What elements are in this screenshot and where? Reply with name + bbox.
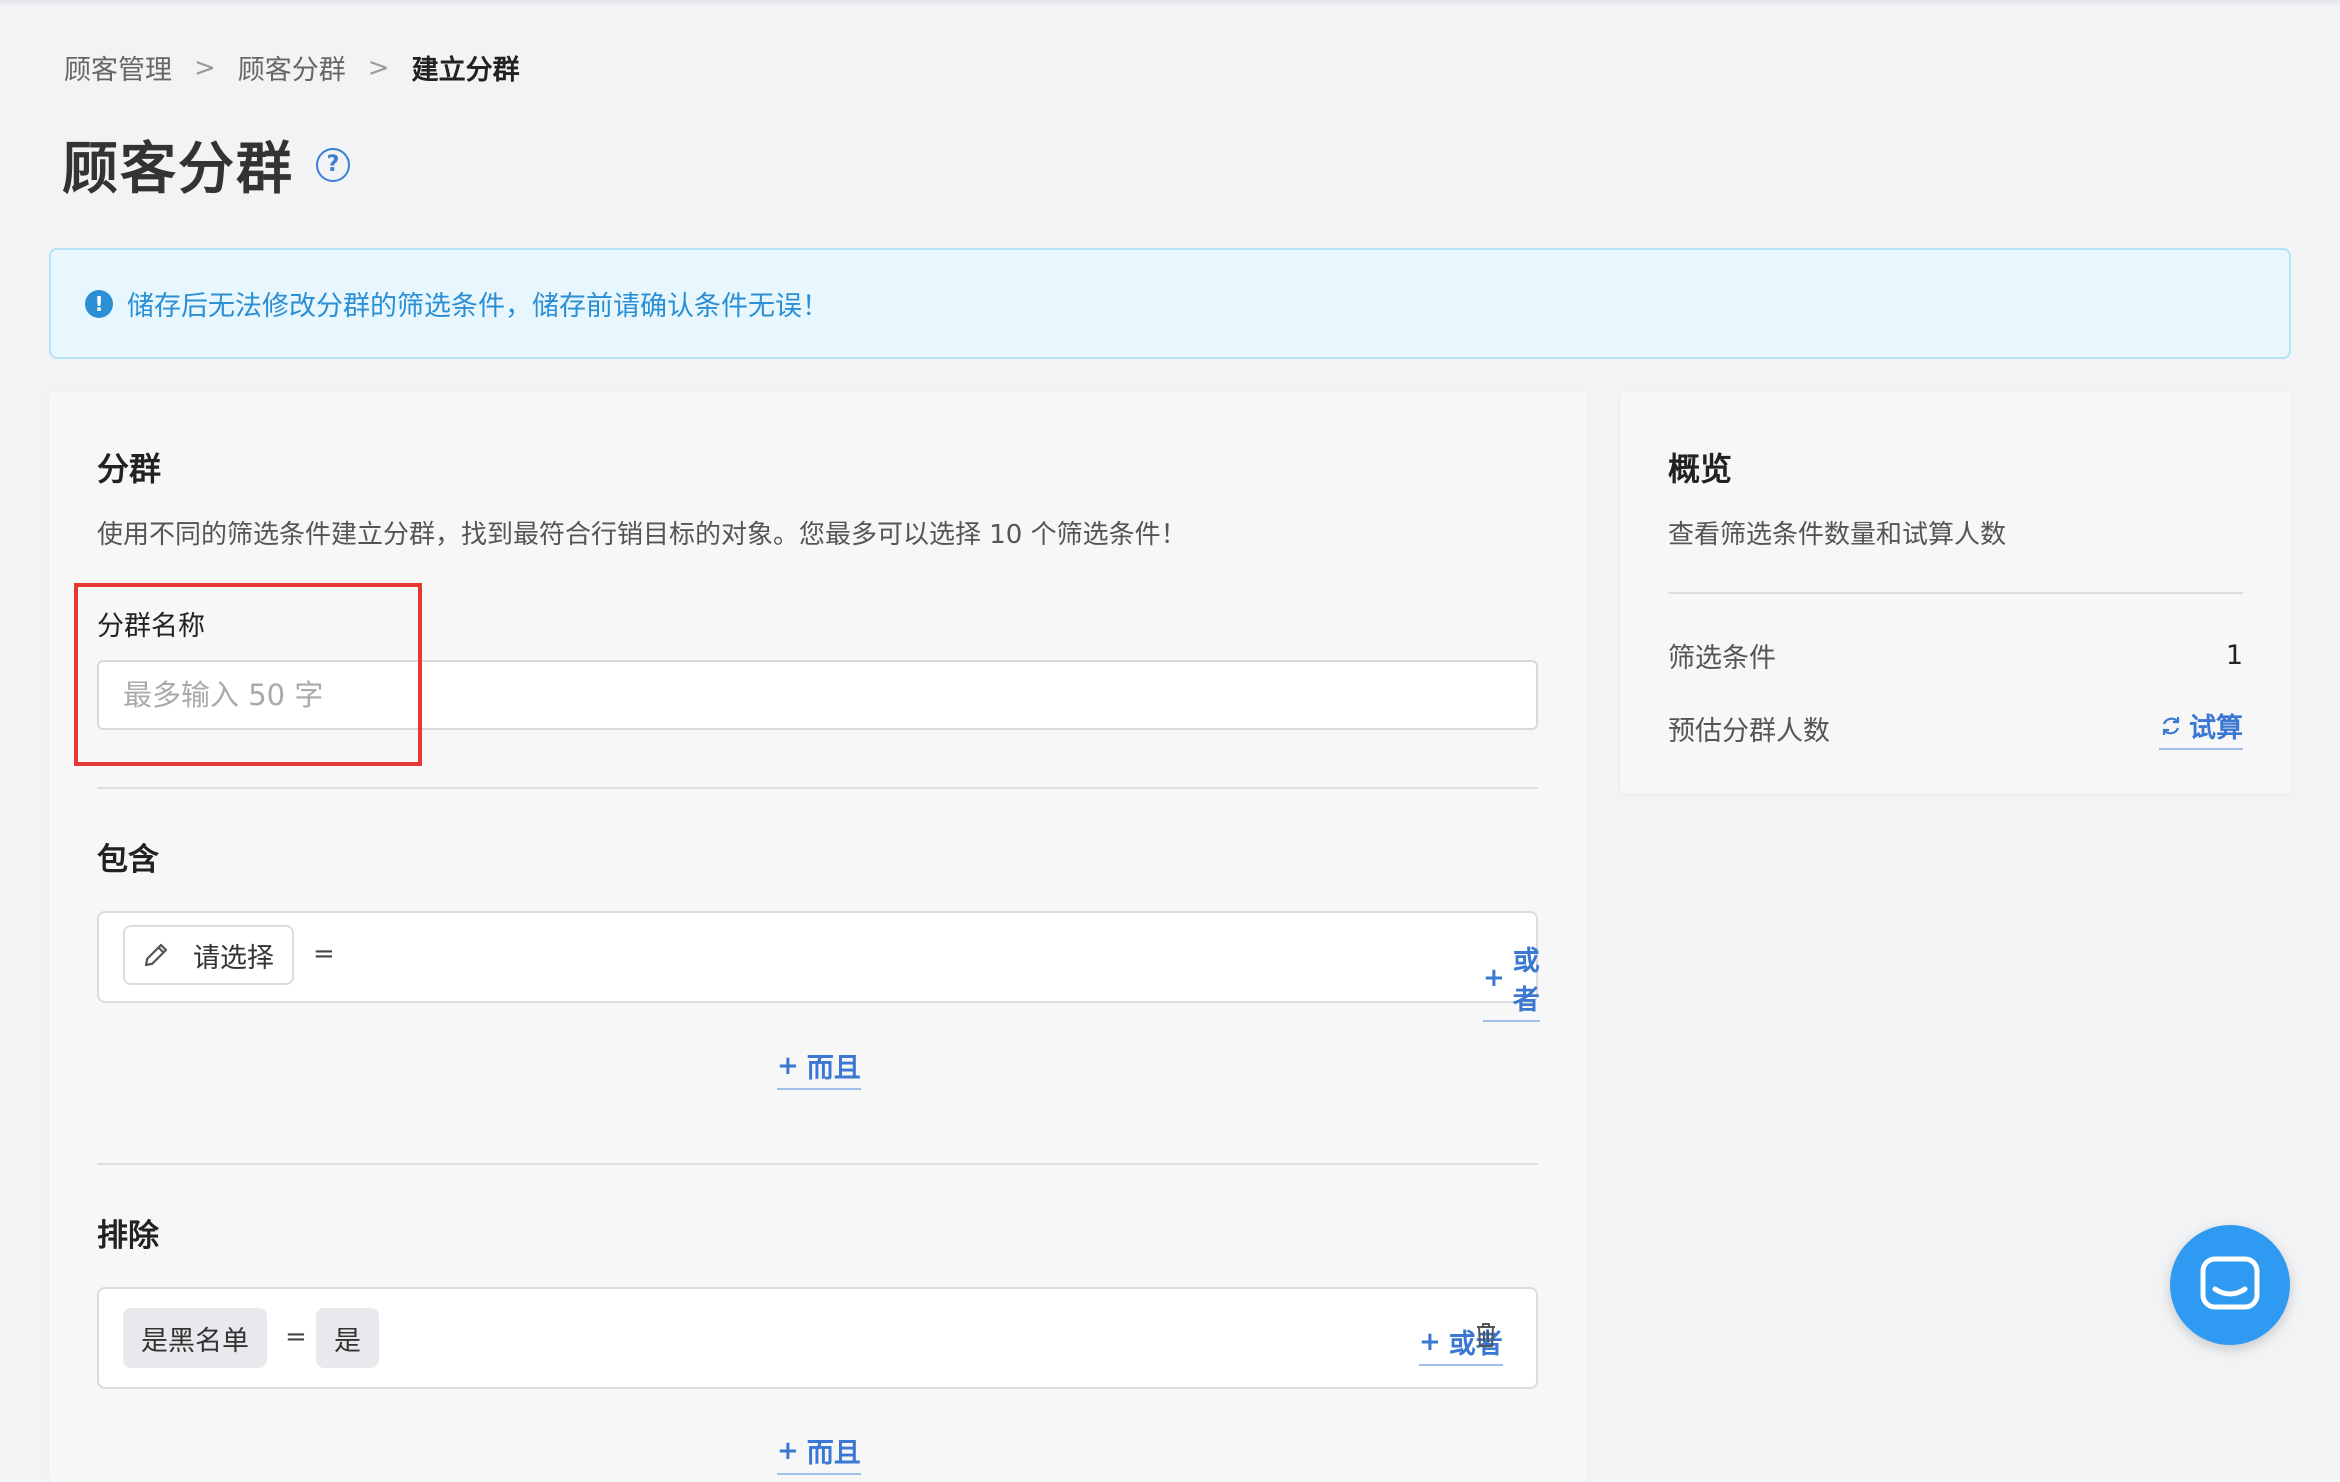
filter-count-row: 筛选条件 1 (1668, 636, 2243, 675)
highlight-annotation (74, 583, 422, 766)
select-field-button[interactable]: 请选择 (123, 925, 294, 985)
and-label: 而且 (806, 1053, 861, 1084)
divider (97, 1163, 1538, 1165)
divider (97, 787, 1538, 789)
overview-card: 概览 查看筛选条件数量和试算人数 筛选条件 1 预估分群人数 试算 (1620, 392, 2291, 794)
estimate-trial-button[interactable]: 试算 (2159, 706, 2243, 750)
estimate-action-label: 试算 (2189, 713, 2243, 744)
trash-icon[interactable] (1475, 1322, 1497, 1348)
include-rule-row: 请选择 = + 或者 (97, 911, 1540, 1022)
and-label: 而且 (806, 1438, 861, 1469)
select-field-label: 请选择 (193, 942, 274, 974)
segment-card: 分群 使用不同的筛选条件建立分群，找到最符合行销目标的对象。您最多可以选择 10… (49, 392, 1587, 1482)
page-title: 顾客分群 (62, 137, 294, 202)
breadcrumb-item-segments[interactable]: 顾客分群 (238, 48, 346, 87)
or-label: 或者 (1512, 946, 1540, 1016)
plus-icon: + (777, 1435, 799, 1466)
include-and-button[interactable]: + 而且 (777, 1046, 861, 1090)
filter-count-label: 筛选条件 (1668, 643, 1776, 674)
include-or-button[interactable]: + 或者 (1483, 939, 1540, 1022)
field-tag[interactable]: 是黑名单 (123, 1308, 267, 1368)
chat-bubble-icon (2200, 1256, 2260, 1310)
breadcrumb-item-current: 建立分群 (411, 55, 520, 86)
alert-text: 储存后无法修改分群的筛选条件，储存前请确认条件无误！ (127, 291, 829, 322)
plus-icon: + (1483, 963, 1505, 993)
plus-icon: + (777, 1050, 799, 1081)
question-circle-icon[interactable]: ? (316, 147, 350, 182)
overview-title: 概览 (1668, 450, 1733, 488)
plus-icon: + (1419, 1326, 1441, 1357)
refresh-icon (2162, 716, 2180, 735)
exclude-and-button[interactable]: + 而且 (777, 1431, 861, 1475)
page-header: 顾客分群 ? (62, 124, 350, 205)
warning-alert: ! 储存后无法修改分群的筛选条件，储存前请确认条件无误！ (49, 248, 2291, 359)
filter-count-value: 1 (2225, 640, 2243, 671)
operator-equals: = (313, 939, 335, 969)
estimate-row: 预估分群人数 试算 (1668, 706, 2243, 750)
exclamation-circle-icon: ! (85, 289, 113, 318)
operator-equals: = (285, 1322, 307, 1352)
include-section-title: 包含 (97, 842, 159, 878)
breadcrumb: 顾客管理 > 顾客分群 > 建立分群 (64, 48, 520, 87)
exclude-section-title: 排除 (97, 1218, 159, 1254)
value-tag[interactable]: 是 (316, 1308, 379, 1368)
chat-launcher-button[interactable] (2170, 1225, 2290, 1345)
segment-section-title: 分群 (97, 450, 162, 488)
estimate-label: 预估分群人数 (1668, 715, 1830, 747)
breadcrumb-separator: > (367, 52, 390, 83)
pencil-icon (144, 943, 168, 967)
overview-description: 查看筛选条件数量和试算人数 (1668, 520, 2007, 550)
segment-description: 使用不同的筛选条件建立分群，找到最符合行销目标的对象。您最多可以选择 10 个筛… (97, 520, 1187, 550)
breadcrumb-item-customers[interactable]: 顾客管理 (64, 48, 172, 87)
exclude-rule-row: 是黑名单 = 是 + 或者 (97, 1287, 1538, 1389)
divider (1668, 592, 2243, 594)
top-shadow (0, 0, 2340, 6)
breadcrumb-separator: > (194, 52, 216, 83)
